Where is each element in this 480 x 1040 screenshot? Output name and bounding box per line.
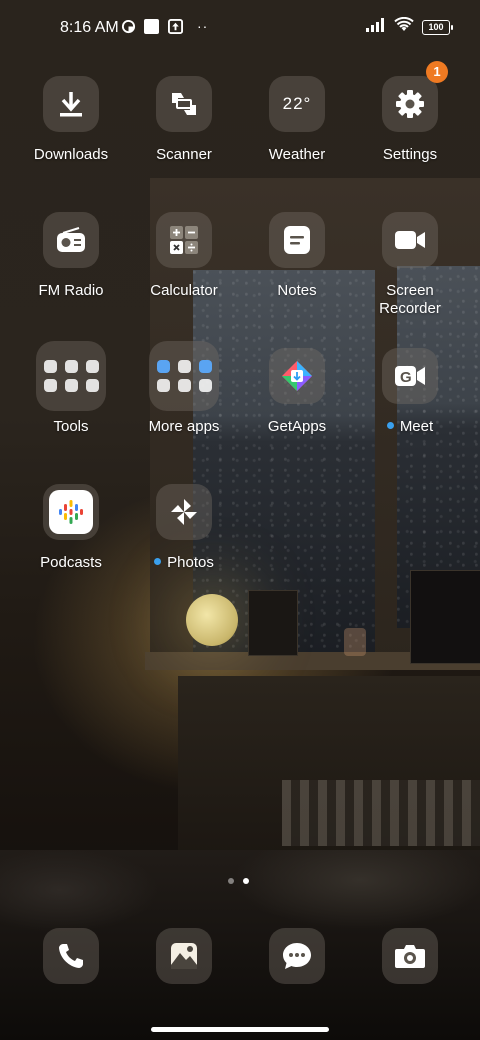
weather-temp: 22° [282,94,312,113]
gesture-nav-handle[interactable] [151,1027,329,1032]
app-meet[interactable]: G Meet [354,348,466,436]
status-time: 8:16 AM [60,19,119,36]
app-photos[interactable]: Photos [128,484,240,572]
file-icon [64,360,78,373]
wallpaper-candle-jar [344,628,366,656]
compass-icon [85,360,99,373]
dock-gallery[interactable] [156,928,212,984]
app-downloads[interactable]: Downloads [15,76,127,164]
video-camera-icon [382,212,438,268]
drive-icon [156,360,170,373]
app-label: Notes [277,282,317,299]
app-label-text: Meet [399,418,434,435]
status-bar: 8:16 AM ·· 100 [0,0,480,56]
notification-icons: ·· [120,18,208,34]
page-dot [228,878,234,884]
gallery-icon [171,943,197,969]
folder-tools[interactable]: Tools [15,341,127,436]
app-notes[interactable]: Notes [241,212,353,300]
facebook-icon [177,360,191,373]
folder-mini-icon [64,379,78,392]
system-status-icons: 100 [366,16,453,37]
weather-icon: 22° [269,76,325,132]
mic-icon [43,360,57,373]
notes-icon [269,212,325,268]
app-label: More apps [148,418,220,435]
app-label-text: Photos [167,554,214,571]
folder-icon [149,341,219,411]
upload-icon [167,18,183,34]
app-label: Podcasts [40,554,102,571]
security-icon [85,379,99,392]
app-label: Downloads [33,146,109,163]
new-install-dot [154,558,162,565]
app-fm-radio[interactable]: FM Radio [15,212,127,300]
calculator-icon [156,212,212,268]
wallpaper-moon-lamp [186,594,238,646]
app-calculator[interactable]: Calculator [128,212,240,300]
notification-badge: 1 [426,61,448,83]
getapps-icon [269,348,325,404]
app-getapps[interactable]: GetApps [241,348,353,436]
meet-icon: G [382,348,438,404]
app-settings[interactable]: 1 Settings [354,61,466,164]
app-label: GetApps [267,418,327,435]
battery-icon: 100 [422,19,453,35]
folder-more-apps[interactable]: More apps [128,341,240,436]
more-notifications-icon: ·· [197,18,209,34]
browser-icon [177,379,191,392]
notification-square-icon [144,18,159,34]
download-icon [43,76,99,132]
page-indicator[interactable] [228,878,249,884]
new-install-dot [386,422,394,429]
camera-icon [395,945,425,968]
app-scanner[interactable]: Scanner [128,76,240,164]
app-label: Tools [53,418,89,435]
signal-icon [366,17,386,37]
svg-text:G: G [400,369,412,386]
podcasts-icon-bg [49,490,93,534]
app-label: Meet [354,418,466,436]
app-label: Calculator [150,282,218,299]
wifi-icon [394,16,414,37]
scanner-icon [156,76,212,132]
app-label: Settings [382,146,438,163]
app-podcasts[interactable]: Podcasts [15,484,127,572]
dock-messages[interactable] [269,928,325,984]
wallpaper-book [248,590,298,656]
dock-phone[interactable] [43,928,99,984]
app-icon [198,379,212,392]
podcasts-icon [43,484,99,540]
wallpaper-radiator [282,780,480,846]
phone-icon [59,944,83,968]
radio-icon [43,212,99,268]
dock-camera[interactable] [382,928,438,984]
app-screen-recorder[interactable]: Screen Recorder [354,212,466,318]
page-dot-active [243,878,249,884]
app-label: Weather [268,146,326,163]
linkedin-icon [156,379,170,392]
app-label: FM Radio [38,282,104,299]
pinwheel-icon [156,484,212,540]
messages-icon [283,943,311,969]
app-label: Scanner [156,146,212,163]
cleaner-icon [43,379,57,392]
word-icon [198,360,212,373]
folder-icon [36,341,106,411]
app-label: Photos [128,554,240,572]
app-label: Screen Recorder [379,282,441,317]
gear-icon: 1 [382,61,448,132]
wallpaper-picture-frames [410,570,480,664]
app-weather[interactable]: 22° Weather [241,76,353,164]
data-saver-icon [120,18,136,34]
